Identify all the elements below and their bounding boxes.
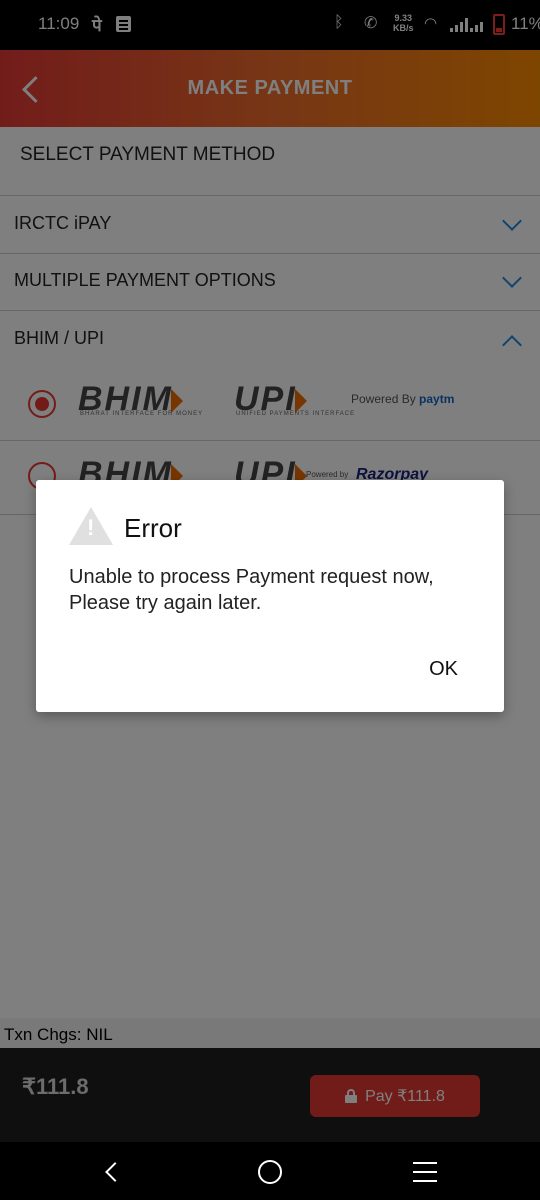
error-dialog: Error Unable to process Payment request … <box>36 480 504 712</box>
system-nav-bar <box>0 1142 540 1200</box>
ok-button[interactable]: OK <box>429 658 458 681</box>
nav-recents-icon[interactable] <box>413 1162 437 1182</box>
nav-back-icon[interactable] <box>104 1162 122 1180</box>
dialog-message: Unable to process Payment request now, P… <box>69 566 434 614</box>
warning-icon <box>69 507 113 545</box>
nav-home-icon[interactable] <box>258 1160 282 1184</box>
dialog-title: Error <box>124 513 182 543</box>
